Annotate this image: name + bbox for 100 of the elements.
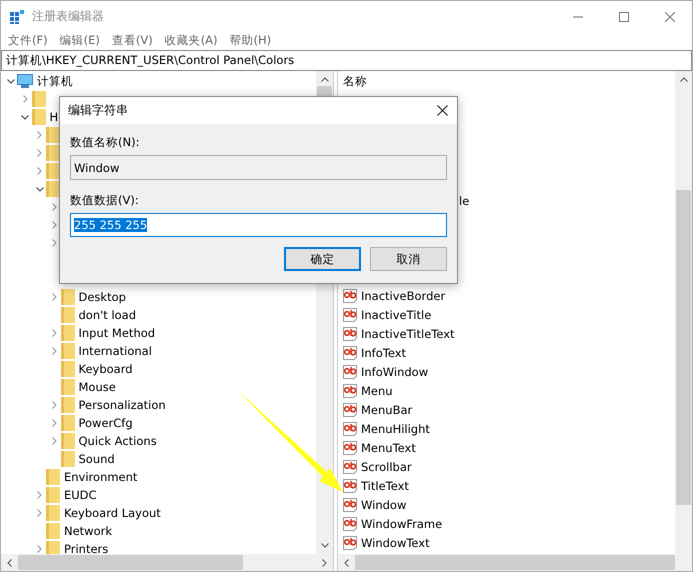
collapsed-chevron-icon[interactable] bbox=[37, 491, 42, 499]
folder-icon bbox=[60, 397, 74, 413]
pulldown-heading[interactable]: 帮助(H) bbox=[230, 33, 272, 48]
field-label: 数值数据(V): bbox=[70, 192, 140, 208]
collapsed-chevron-icon[interactable] bbox=[37, 149, 42, 157]
folder-icon bbox=[60, 415, 74, 431]
collapsed-chevron-icon[interactable] bbox=[52, 221, 56, 229]
value-name[interactable]: Scrollbar bbox=[361, 460, 412, 474]
string-value-icon bbox=[343, 478, 357, 492]
scrollbar[interactable] bbox=[1, 554, 333, 571]
value-name[interactable]: TitleText bbox=[361, 478, 409, 492]
folder-icon bbox=[46, 541, 60, 554]
tree-item[interactable]: Printers bbox=[64, 542, 108, 554]
tree-item[interactable]: Desktop bbox=[78, 290, 126, 304]
tree-item[interactable]: don't load bbox=[78, 308, 136, 322]
scroll-left-icon[interactable] bbox=[344, 558, 349, 566]
value-name-field: Window bbox=[70, 155, 447, 180]
scroll-thumb[interactable] bbox=[355, 555, 675, 570]
tree-item[interactable]: 计算机 bbox=[37, 74, 73, 88]
value-name[interactable]: InfoText bbox=[361, 346, 406, 360]
value-name[interactable]: Window bbox=[361, 498, 406, 512]
string-value-icon bbox=[343, 384, 357, 398]
folder-icon bbox=[60, 379, 74, 395]
dialog-title: 编辑字符串 bbox=[68, 102, 128, 119]
collapsed-chevron-icon[interactable] bbox=[37, 131, 42, 139]
folder-icon bbox=[46, 163, 60, 179]
collapsed-chevron-icon[interactable] bbox=[52, 329, 56, 337]
window-title: 注册表编辑器 bbox=[32, 8, 104, 25]
collapsed-chevron-icon[interactable] bbox=[52, 203, 56, 211]
scrollbar[interactable] bbox=[338, 554, 675, 571]
cancel-button[interactable]: 取消 bbox=[370, 247, 447, 271]
maximize-icon[interactable] bbox=[619, 12, 629, 22]
value-data-field[interactable]: 255 255 255 bbox=[70, 213, 447, 237]
folder-icon bbox=[60, 433, 74, 449]
string-value-icon bbox=[343, 346, 357, 360]
collapsed-chevron-icon[interactable] bbox=[37, 167, 42, 175]
tree-item[interactable]: EUDC bbox=[64, 488, 97, 502]
scroll-up-icon[interactable] bbox=[320, 77, 328, 82]
close-icon[interactable] bbox=[437, 105, 448, 116]
ok-button[interactable]: 确定 bbox=[284, 247, 361, 271]
expanded-chevron-icon[interactable] bbox=[36, 186, 44, 192]
registry-editor-icon bbox=[9, 8, 25, 24]
collapsed-chevron-icon[interactable] bbox=[52, 293, 56, 301]
tree-item[interactable]: PowerCfg bbox=[78, 416, 133, 430]
pulldown-heading[interactable]: 编辑(E) bbox=[60, 33, 100, 48]
value-name[interactable]: WindowText bbox=[361, 536, 430, 550]
collapsed-chevron-icon[interactable] bbox=[22, 95, 28, 103]
tree-item[interactable]: Personalization bbox=[78, 398, 166, 412]
scroll-up-icon[interactable] bbox=[680, 77, 688, 82]
value-name[interactable]: MenuHilight bbox=[361, 422, 430, 436]
scroll-right-icon[interactable] bbox=[322, 558, 327, 566]
tree-item[interactable]: Keyboard bbox=[78, 362, 133, 376]
value-name[interactable]: InfoWindow bbox=[361, 364, 428, 378]
folder-icon bbox=[46, 523, 60, 539]
pulldown-heading[interactable]: 文件(F) bbox=[8, 33, 48, 48]
scrollbar[interactable] bbox=[675, 71, 692, 571]
scroll-left-icon[interactable] bbox=[7, 558, 12, 566]
string-value-icon bbox=[343, 440, 357, 454]
value-name[interactable]: InactiveTitleText bbox=[361, 326, 455, 340]
computer-icon bbox=[17, 74, 33, 88]
collapsed-chevron-icon[interactable] bbox=[52, 347, 56, 355]
tree-item[interactable]: Sound bbox=[78, 452, 115, 466]
tree-item[interactable]: H bbox=[50, 110, 58, 124]
collapsed-chevron-icon[interactable] bbox=[52, 437, 56, 445]
address-bar[interactable]: 计算机\HKEY_CURRENT_USER\Control Panel\Colors bbox=[1, 50, 692, 71]
collapsed-chevron-icon[interactable] bbox=[52, 239, 56, 247]
tree-item[interactable]: Quick Actions bbox=[78, 434, 157, 448]
folder-icon bbox=[46, 127, 60, 143]
folder-icon bbox=[46, 505, 60, 521]
tree-item[interactable]: Input Method bbox=[78, 326, 156, 340]
pulldown-heading[interactable]: 查看(V) bbox=[112, 33, 153, 48]
collapsed-chevron-icon[interactable] bbox=[37, 509, 42, 517]
value-name[interactable]: MenuText bbox=[361, 440, 416, 454]
value-name[interactable]: Menu bbox=[361, 384, 393, 398]
collapsed-chevron-icon[interactable] bbox=[37, 545, 42, 553]
scroll-thumb[interactable] bbox=[676, 190, 691, 505]
expanded-chevron-icon[interactable] bbox=[6, 78, 14, 84]
folder-icon bbox=[60, 343, 74, 359]
tree-item[interactable]: Network bbox=[64, 524, 112, 538]
tree-item[interactable]: Environment bbox=[64, 470, 138, 484]
value-name[interactable]: WindowFrame bbox=[361, 516, 442, 530]
collapsed-chevron-icon[interactable] bbox=[52, 419, 56, 427]
string-value-icon bbox=[343, 402, 357, 416]
collapsed-chevron-icon[interactable] bbox=[52, 401, 56, 409]
tree-item[interactable]: International bbox=[78, 344, 152, 358]
value-name[interactable]: MenuBar bbox=[361, 402, 412, 416]
scroll-thumb[interactable] bbox=[18, 555, 243, 570]
expanded-chevron-icon[interactable] bbox=[21, 114, 29, 120]
tree-item[interactable]: Mouse bbox=[78, 380, 116, 394]
column-header[interactable]: 名称 bbox=[343, 74, 367, 88]
value-name[interactable]: InactiveBorder bbox=[361, 288, 446, 302]
string-value-icon bbox=[343, 288, 357, 302]
folder-icon bbox=[32, 91, 46, 107]
scroll-down-icon[interactable] bbox=[320, 543, 328, 548]
pulldown-heading[interactable]: 收藏夹(A) bbox=[164, 33, 218, 48]
value-name[interactable]: InactiveTitle bbox=[361, 308, 432, 322]
string-value-icon bbox=[343, 308, 357, 322]
folder-icon bbox=[60, 361, 74, 377]
tree-item[interactable]: Keyboard Layout bbox=[64, 506, 161, 520]
string-value-icon bbox=[343, 326, 357, 340]
